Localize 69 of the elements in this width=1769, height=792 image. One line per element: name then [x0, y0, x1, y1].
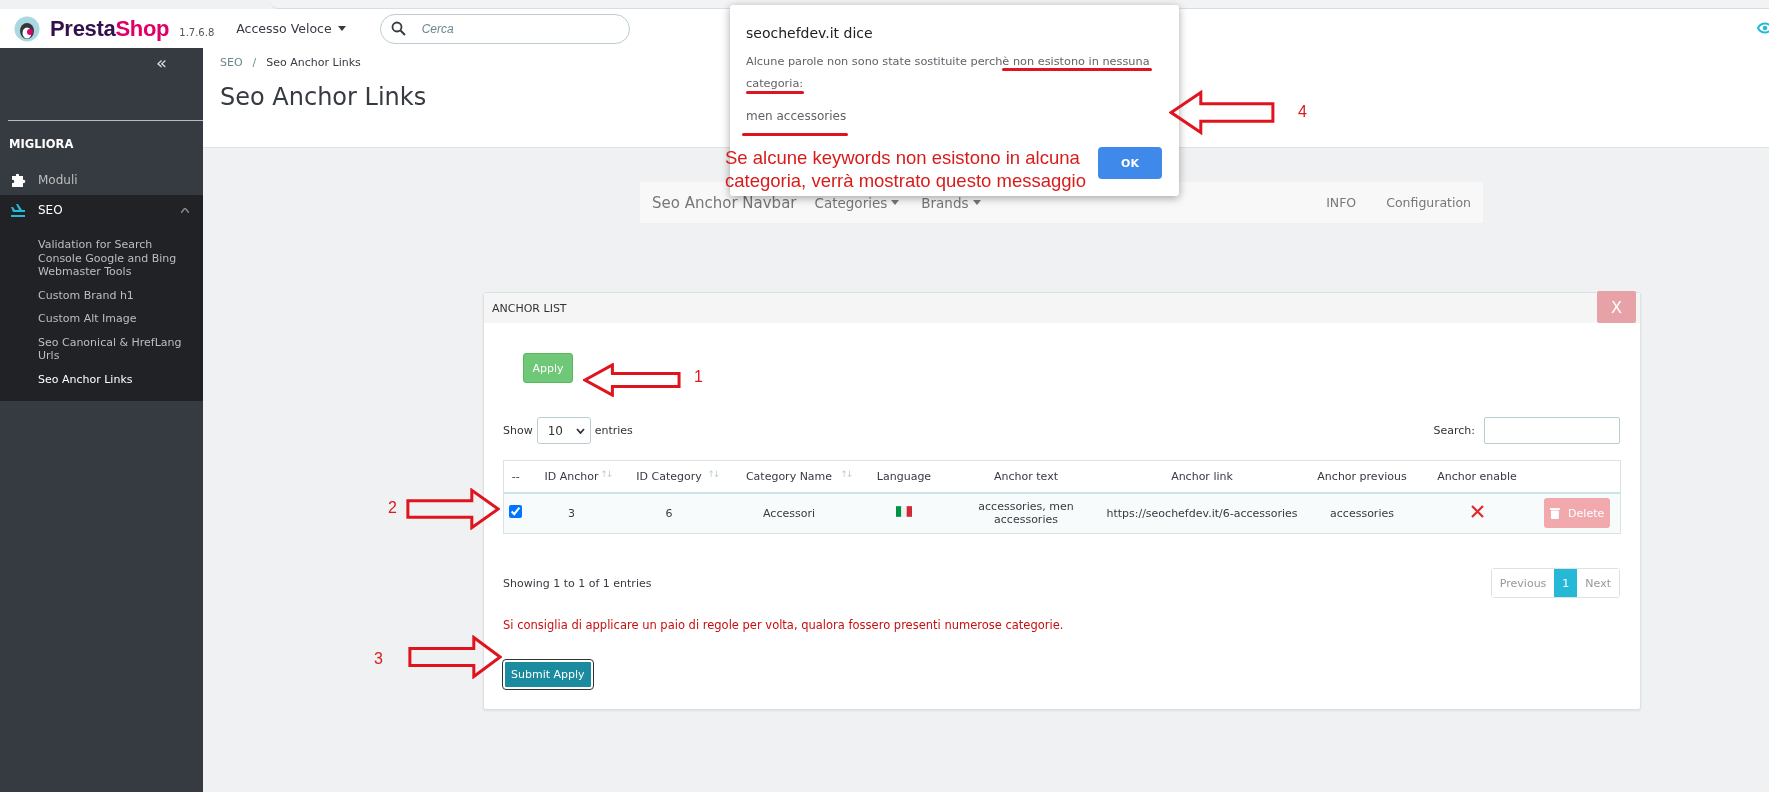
quick-access-menu[interactable]: Accesso Veloce	[236, 21, 346, 36]
breadcrumb-link[interactable]: SEO	[220, 56, 243, 69]
version-label: 1.7.6.8	[179, 27, 215, 38]
column-header: Anchor enable	[1437, 469, 1517, 483]
submenu-item[interactable]: Seo Canonical & HrefLang Urls	[0, 330, 203, 368]
logo-text: PrestaShop	[50, 15, 170, 42]
submenu-item[interactable]: Custom Alt Image	[0, 307, 203, 331]
submenu-item[interactable]: Seo Anchor Links	[0, 367, 203, 391]
caret-icon	[181, 207, 189, 213]
table-cell: https://seochefdev.it/6-accessories	[1106, 506, 1298, 520]
puzzle-icon	[10, 172, 26, 188]
column-header: Anchor link	[1171, 469, 1233, 483]
table-cell: Accessori	[763, 506, 815, 520]
chevron-down-icon	[575, 427, 585, 434]
search-label: Search:	[1433, 424, 1475, 437]
plane-icon	[10, 203, 26, 217]
column-header: Language	[876, 469, 932, 483]
dialog-message: Alcune parole non sono state sostituite perchè non esistono in nessuna categoria:	[746, 51, 1163, 95]
sidebar-item[interactable]: SEO	[0, 195, 203, 225]
submenu-item[interactable]: Validation for Search Console Google and Bing Webmaster Tools	[0, 233, 203, 284]
caret-icon	[891, 200, 900, 205]
show-label: Show	[503, 424, 533, 437]
annotation-number: 1	[694, 368, 703, 386]
table-cell: accessories, men accessories	[978, 500, 1074, 527]
navbar-link[interactable]: Configuration	[1386, 195, 1471, 210]
trash-icon	[1550, 507, 1561, 520]
page-length-select[interactable]: 10	[536, 417, 591, 444]
navbar-dropdown[interactable]: Brands	[921, 194, 981, 211]
caret-icon	[337, 26, 346, 31]
sidebar-item[interactable]: Moduli	[0, 165, 203, 195]
annotation-caption: Se alcune keywords non esistono in alcuna	[725, 146, 1081, 169]
navbar-dropdown[interactable]: Categories	[814, 194, 900, 211]
table-cell: 6	[665, 506, 673, 520]
row-checkbox[interactable]	[509, 505, 523, 519]
annotation-caption: categoria, verrà mostrato questo messaggio	[725, 169, 1086, 192]
breadcrumb-separator: /	[252, 56, 257, 69]
collapse-button[interactable]: «	[156, 54, 167, 72]
column-header: --	[511, 469, 520, 483]
ok-button[interactable]: OK	[1098, 147, 1162, 179]
page-button[interactable]: 1	[1554, 569, 1578, 597]
table-info: Showing 1 to 1 of 1 entries	[503, 576, 652, 590]
column-header: Anchor previous	[1317, 469, 1407, 483]
search-icon	[390, 21, 406, 36]
breadcrumb-link[interactable]: Seo Anchor Links	[266, 56, 361, 69]
eye-icon	[1757, 22, 1769, 34]
italian-flag-icon	[896, 506, 912, 518]
column-header[interactable]: ID Category	[636, 469, 702, 483]
submenu-item[interactable]: Custom Brand h1	[0, 283, 203, 307]
table-cell: 3	[568, 506, 575, 520]
dialog-title: seochefdev.it dice	[746, 25, 874, 41]
navbar-brand[interactable]: Seo Anchor Navbar	[652, 193, 797, 212]
column-header: Anchor text	[994, 469, 1058, 483]
table-search-field[interactable]	[1484, 417, 1620, 444]
page-title: Seo Anchor Links	[220, 83, 427, 111]
caret-icon	[972, 200, 981, 205]
annotation-number: 2	[388, 499, 397, 517]
panel-title: ANCHOR LIST	[492, 301, 567, 315]
notice-text: Si consiglia di applicare un paio di regole per volta, qualora fossero presenti numerose categorie.	[503, 618, 1065, 632]
entries-label: entries	[594, 424, 633, 437]
column-header[interactable]: ID Anchor	[544, 469, 599, 483]
section-heading: MIGLIORA	[9, 137, 75, 151]
navbar-link[interactable]: INFO	[1326, 195, 1357, 210]
submit-apply-button[interactable]: Submit Apply	[503, 660, 593, 689]
column-header[interactable]: Category Name	[745, 469, 833, 483]
dialog-detail: men accessories	[746, 109, 848, 123]
annotation-number: 3	[374, 650, 383, 668]
penguin-logo-icon	[14, 15, 40, 42]
table-cell: accessories	[1330, 506, 1394, 520]
annotation-number: 4	[1298, 103, 1307, 121]
